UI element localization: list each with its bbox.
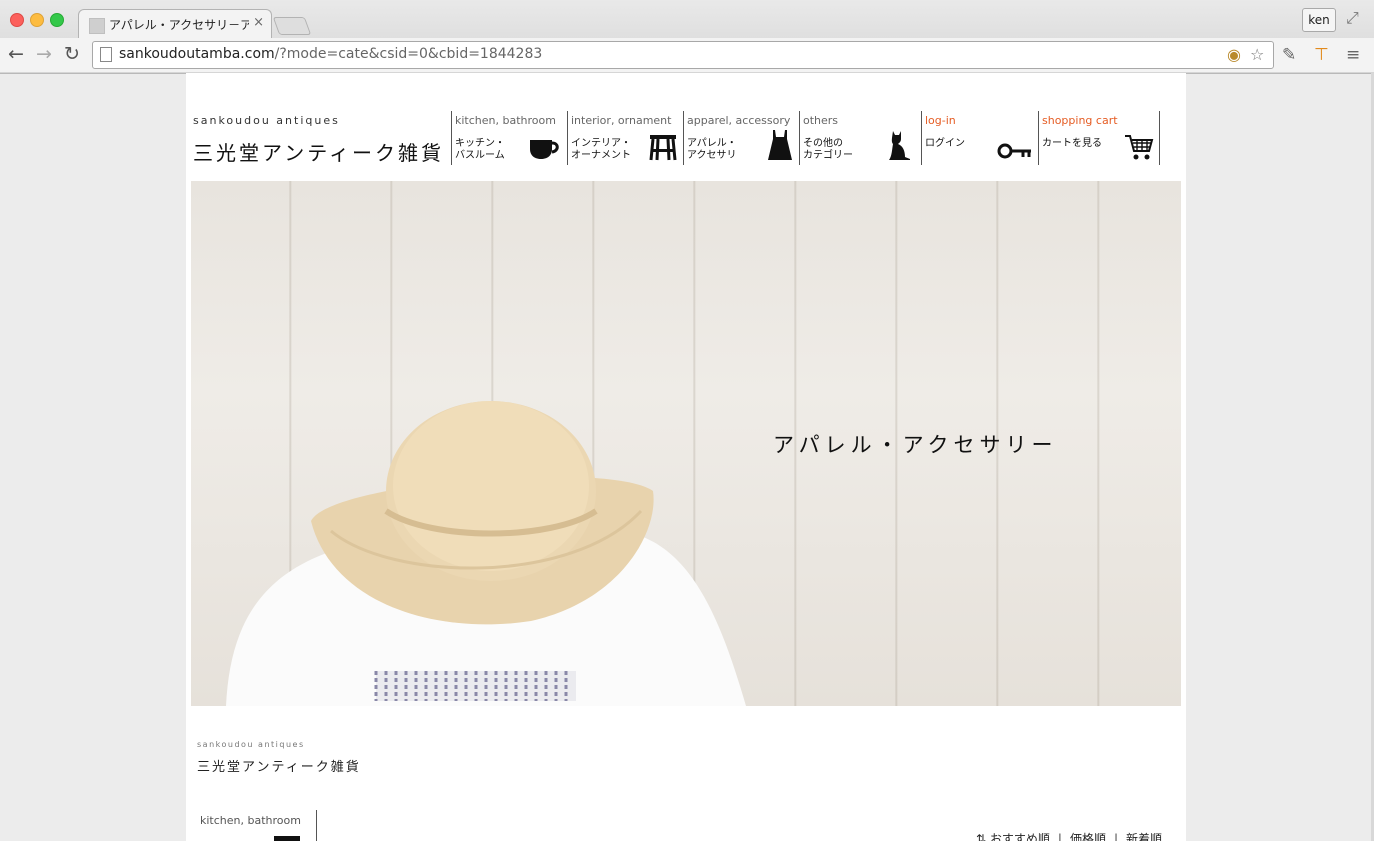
tab-close-icon[interactable]: ×: [253, 15, 264, 30]
nav-label-jp: キッチン・ バスルーム: [455, 138, 505, 161]
stool-icon: [649, 135, 677, 161]
nav-interior-ornament[interactable]: interior, ornament インテリア・ オーナメント: [567, 111, 683, 165]
reload-icon[interactable]: ↻: [62, 43, 82, 65]
sort-recommended[interactable]: おすすめ順: [990, 832, 1050, 841]
cup-icon: [530, 140, 559, 159]
back-icon[interactable]: ←: [6, 43, 26, 65]
sort-options: ⇅ おすすめ順 | 価格順 | 新着順: [976, 830, 1162, 841]
browser-toolbar: ← → ↻ sankoudoutamba.com/?mode=cate&csid…: [0, 38, 1374, 72]
nav-label-jp: カートを見る: [1042, 138, 1102, 149]
minimize-window-button[interactable]: [30, 13, 44, 27]
key-icon: [997, 143, 1031, 159]
cat-icon: [889, 131, 910, 160]
nav-label-jp: その他の カテゴリー: [803, 138, 853, 161]
sort-newest[interactable]: 新着順: [1126, 832, 1162, 841]
dress-icon: [768, 130, 792, 160]
nav-label-en: log-in: [925, 114, 956, 127]
nav-others[interactable]: others その他の カテゴリー: [799, 111, 918, 165]
nav-label-en: shopping cart: [1042, 114, 1118, 127]
brand-english[interactable]: sankoudou antiques: [193, 114, 340, 127]
brand-japanese[interactable]: 三光堂アンティーク雑貨: [193, 137, 444, 166]
sort-price[interactable]: 価格順: [1070, 832, 1106, 841]
eyedropper-icon[interactable]: ✎: [1282, 45, 1296, 65]
zoom-window-button[interactable]: [50, 13, 64, 27]
favicon-icon: [89, 18, 105, 34]
hero-caption: アパレル・アクセサリー: [773, 433, 1058, 457]
web-page: sankoudou antiques 三光堂アンティーク雑貨 kitchen, …: [186, 73, 1186, 841]
nav-apparel-accessory[interactable]: apparel, accessory アパレル・ アクセサリ: [683, 111, 799, 165]
url-path: /?mode=cate&csid=0&cbid=1844283: [274, 46, 543, 62]
nav-label-jp: ログイン: [925, 138, 965, 149]
nav-label-en: apparel, accessory: [687, 114, 791, 127]
close-window-button[interactable]: [10, 13, 24, 27]
nav-label-en: interior, ornament: [571, 114, 672, 127]
sort-separator: |: [1113, 832, 1119, 841]
menu-icon[interactable]: ≡: [1346, 45, 1360, 65]
cart-icon: [1125, 135, 1154, 160]
url-text: sankoudoutamba.com/?mode=cate&csid=0&cbi…: [119, 46, 542, 62]
nav-login[interactable]: log-in ログイン: [921, 111, 1038, 165]
nav-label-jp: アパレル・ アクセサリ: [687, 138, 737, 161]
new-tab-button[interactable]: [272, 17, 312, 35]
profile-button[interactable]: ken: [1302, 8, 1336, 32]
nav-kitchen-bathroom[interactable]: kitchen, bathroom キッチン・ バスルーム: [451, 111, 567, 165]
side-category-icon: [274, 836, 300, 841]
forward-icon[interactable]: →: [34, 43, 54, 65]
tab-title: アパレル・アクセサリ－アン: [109, 18, 249, 32]
blocked-content-icon[interactable]: ◉: [1227, 45, 1241, 64]
fullscreen-icon[interactable]: ⤢: [1346, 8, 1359, 28]
url-host: sankoudoutamba.com: [119, 46, 275, 62]
nav-label-en: others: [803, 114, 839, 127]
section-brand-japanese: 三光堂アンティーク雑貨: [197, 760, 361, 775]
bookmark-star-icon[interactable]: ☆: [1250, 45, 1264, 64]
sort-icon: ⇅: [976, 832, 987, 841]
browser-chrome: アパレル・アクセサリ－アン × ken ⤢ ← → ↻ sankoudoutam…: [0, 0, 1374, 74]
address-bar[interactable]: sankoudoutamba.com/?mode=cate&csid=0&cbi…: [92, 41, 1274, 69]
browser-tab[interactable]: アパレル・アクセサリ－アン ×: [78, 9, 272, 39]
nav-label-jp: インテリア・ オーナメント: [571, 138, 631, 161]
hero-banner[interactable]: アパレル・アクセサリー: [191, 181, 1181, 706]
nav-label-en: kitchen, bathroom: [455, 114, 556, 127]
page-icon: [100, 47, 112, 62]
extension-icon[interactable]: ⊤: [1314, 45, 1329, 65]
section-brand-english: sankoudou antiques: [197, 740, 305, 749]
nav-shopping-cart[interactable]: shopping cart カートを見る: [1038, 111, 1160, 165]
side-category-kitchen[interactable]: kitchen, bathroom: [200, 814, 301, 827]
sort-separator: |: [1057, 832, 1062, 841]
side-divider: [316, 810, 317, 841]
